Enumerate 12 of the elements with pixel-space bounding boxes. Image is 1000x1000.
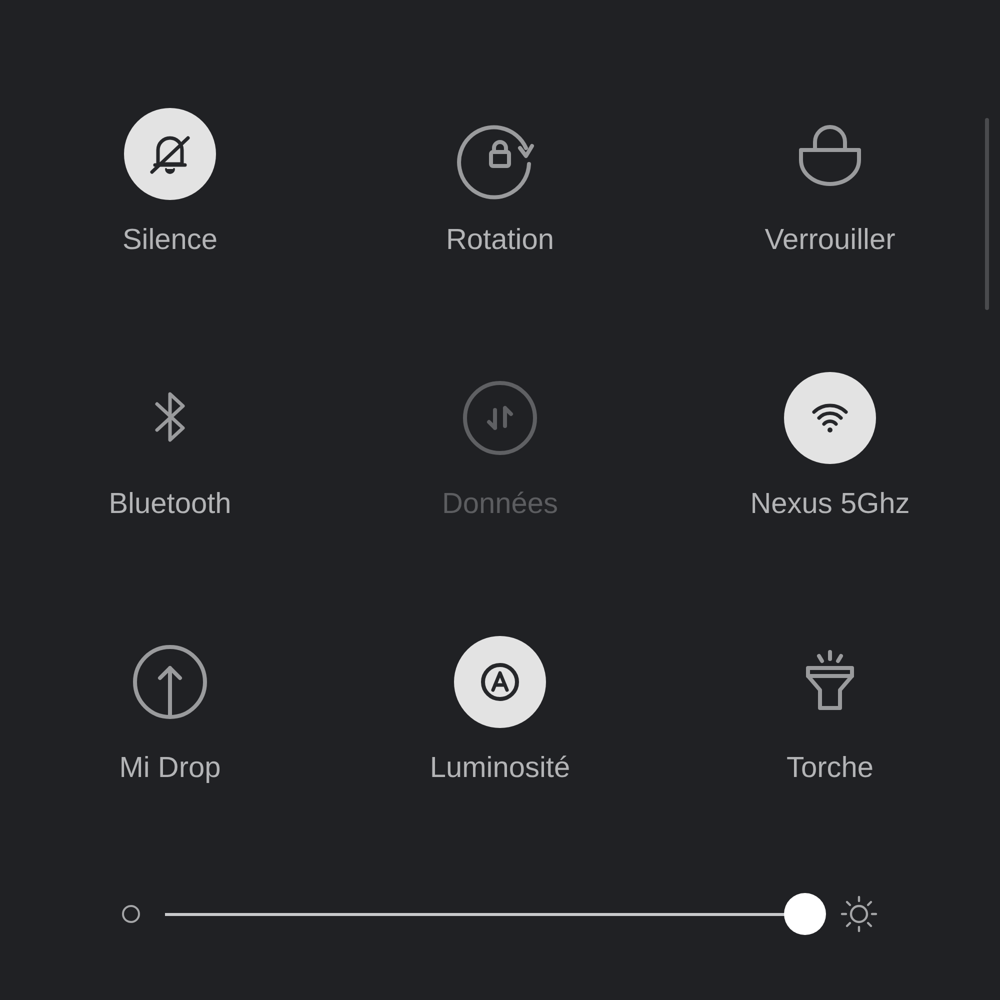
quick-tile[interactable]: Mi Drop [5,636,335,786]
quick-tile[interactable]: Torche [665,636,995,786]
quick-tile[interactable]: Nexus 5Ghz [665,372,995,522]
slider-thumb[interactable] [784,892,826,934]
quick-tile[interactable]: Rotation [335,108,665,258]
quick-tile[interactable]: Luminosité [335,636,665,786]
scrollbar[interactable] [985,118,989,310]
quick-tile[interactable]: Bluetooth [5,372,335,522]
quick-tile[interactable]: Verrouiller [665,108,995,258]
quick-tile[interactable]: Silence [5,108,335,258]
brightness-low-icon [120,903,142,925]
sun-icon [839,894,879,934]
